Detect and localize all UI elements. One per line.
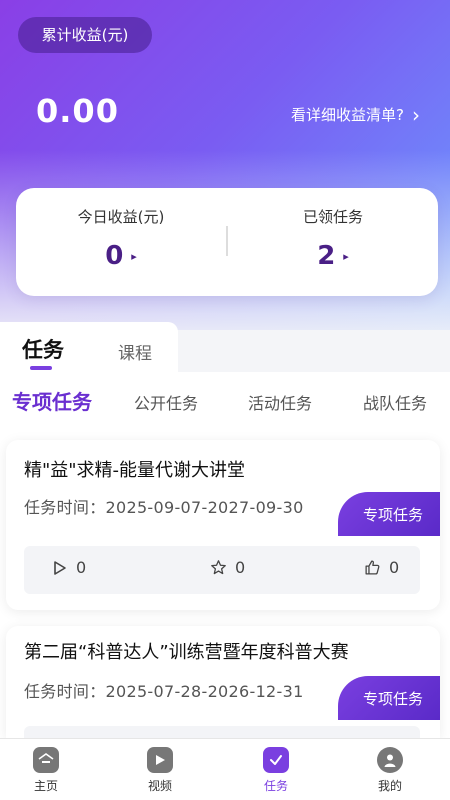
total-earnings-value: 0.00	[36, 92, 119, 130]
profile-icon	[377, 747, 403, 773]
arrow-right-icon: ▸	[343, 249, 349, 263]
calendar-check-icon	[263, 747, 289, 773]
earnings-detail-link[interactable]: 看详细收益清单? ›	[291, 104, 420, 125]
today-earnings-value: 0	[105, 241, 124, 271]
task-time-value: 2025-09-07-2027-09-30	[105, 498, 304, 517]
task-actions-bar	[24, 726, 420, 738]
arrow-right-icon: ▸	[131, 249, 137, 263]
chevron-right-icon: ›	[412, 102, 420, 127]
nav-label: 任务	[263, 779, 288, 793]
task-time-label: 任务时间：	[24, 682, 106, 701]
subtab-team[interactable]: 战队任务	[363, 390, 427, 414]
subtab-public[interactable]: 公开任务	[134, 390, 198, 414]
total-earnings-label: 累计收益(元)	[18, 17, 152, 53]
video-icon	[147, 747, 173, 773]
task-actions-bar: 0 0 0	[24, 546, 420, 594]
nav-profile[interactable]: 我的	[360, 747, 420, 794]
nav-label: 主页	[33, 779, 58, 793]
star-action[interactable]: 0	[210, 558, 245, 577]
nav-video[interactable]: 视频	[130, 747, 190, 794]
task-title: 精"益"求精-能量代谢大讲堂	[24, 460, 246, 481]
home-icon	[33, 747, 59, 773]
claimed-tasks-label: 已领任务	[302, 208, 363, 226]
task-type-badge: 专项任务	[338, 676, 440, 720]
tab-task[interactable]: 任务	[22, 334, 64, 364]
likes-count: 0	[389, 558, 400, 577]
nav-label: 视频	[147, 779, 172, 793]
today-earnings-label: 今日收益(元)	[77, 208, 165, 226]
today-earnings-stat[interactable]: 今日收益(元) 0 ▸	[16, 188, 226, 296]
star-icon	[211, 560, 226, 575]
stars-count: 0	[235, 558, 246, 577]
views-count: 0	[76, 558, 87, 577]
task-category-tabs: 专项任务 公开任务 活动任务 战队任务	[0, 384, 450, 414]
task-type-badge: 专项任务	[338, 492, 440, 536]
claimed-tasks-value: 2	[317, 241, 336, 271]
task-time-label: 任务时间：	[24, 498, 106, 517]
claimed-tasks-stat[interactable]: 已领任务 2 ▸	[228, 188, 438, 296]
task-title: 第二届“科普达人”训练营暨年度科普大赛	[24, 642, 349, 663]
thumbs-up-icon	[365, 560, 380, 575]
tab-course[interactable]: 课程	[118, 339, 152, 364]
like-action[interactable]: 0	[364, 558, 399, 577]
subtab-special[interactable]: 专项任务	[12, 386, 92, 415]
bottom-navigation: 主页 视频 任务 我的	[0, 738, 450, 800]
task-time: 任务时间：2025-07-28-2026-12-31	[24, 678, 304, 702]
task-time: 任务时间：2025-09-07-2027-09-30	[24, 494, 304, 518]
task-card[interactable]: 第二届“科普达人”训练营暨年度科普大赛 任务时间：2025-07-28-2026…	[6, 626, 440, 738]
subtab-activity[interactable]: 活动任务	[248, 390, 312, 414]
task-time-value: 2025-07-28-2026-12-31	[105, 682, 304, 701]
earnings-detail-label: 看详细收益清单?	[291, 106, 404, 124]
play-icon	[54, 560, 66, 575]
stats-card: 今日收益(元) 0 ▸ 已领任务 2 ▸	[16, 188, 438, 296]
nav-tasks[interactable]: 任务	[246, 747, 306, 794]
nav-home[interactable]: 主页	[16, 747, 76, 794]
active-tab-indicator	[30, 366, 52, 370]
task-card[interactable]: 精"益"求精-能量代谢大讲堂 任务时间：2025-09-07-2027-09-3…	[6, 440, 440, 610]
views-action[interactable]: 0	[52, 558, 86, 577]
nav-label: 我的	[377, 779, 402, 793]
